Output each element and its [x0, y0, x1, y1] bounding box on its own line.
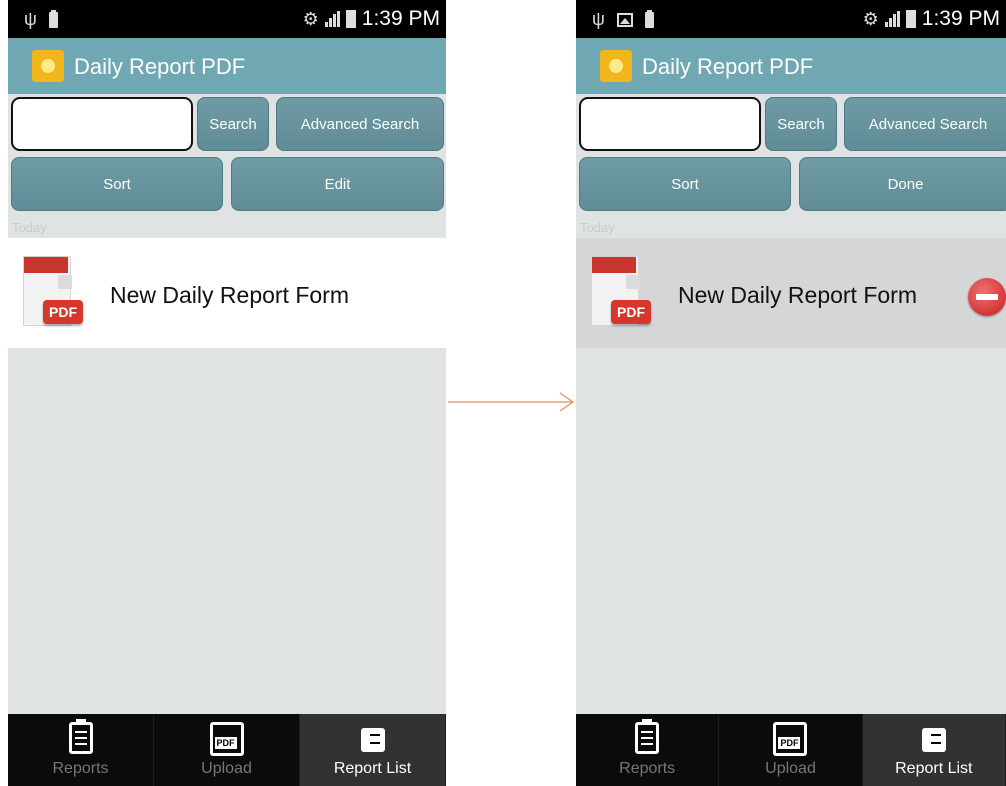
- report-title: New Daily Report Form: [678, 282, 917, 308]
- battery-icon: [345, 10, 356, 28]
- pdf-document-icon: [773, 722, 808, 756]
- app-logo-icon: [600, 50, 632, 82]
- search-input[interactable]: [11, 97, 193, 151]
- wifi-icon: ⚙: [862, 8, 879, 29]
- app-title: Daily Report PDF: [642, 54, 814, 79]
- action-bar: Daily Report PDF: [8, 38, 446, 94]
- done-button[interactable]: Done: [799, 157, 1006, 211]
- clipboard-icon: [635, 719, 660, 754]
- sort-button[interactable]: Sort: [579, 157, 791, 211]
- search-row: Search Advanced Search: [576, 97, 1006, 153]
- pdf-document-icon: [209, 722, 244, 756]
- battery-full-icon: [48, 9, 58, 28]
- app-title: Daily Report PDF: [74, 54, 246, 79]
- list-item[interactable]: PDF New Daily Report Form: [576, 238, 1006, 348]
- search-button[interactable]: Search: [765, 97, 837, 151]
- tab-label: Upload: [201, 760, 252, 777]
- pdf-file-icon: PDF: [591, 256, 651, 328]
- search-row: Search Advanced Search: [8, 97, 446, 153]
- phone-screen-left: ψ ⚙ 1:39 PM Daily Report PDF Search Adva…: [8, 0, 446, 786]
- signal-icon: [324, 11, 340, 27]
- tab-bar: Reports Upload Report List: [576, 714, 1006, 786]
- usb-icon: ψ: [592, 9, 605, 29]
- action-bar: Daily Report PDF: [576, 38, 1006, 94]
- app-logo-icon: [32, 50, 64, 82]
- clipboard-icon: [68, 719, 93, 754]
- status-time: 1:39 PM: [361, 7, 440, 30]
- pdf-badge: PDF: [611, 300, 651, 324]
- status-bar: ψ ⚙ 1:39 PM: [576, 0, 1006, 38]
- signal-icon: [884, 11, 900, 27]
- search-input[interactable]: [579, 97, 761, 151]
- delete-icon[interactable]: [968, 278, 1006, 316]
- report-title: New Daily Report Form: [110, 282, 349, 308]
- edit-button[interactable]: Edit: [231, 157, 444, 211]
- usb-icon: ψ: [24, 9, 37, 29]
- tab-label: Report List: [333, 760, 412, 777]
- checklist-icon: [921, 728, 946, 752]
- tab-report-list[interactable]: Report List: [862, 714, 1006, 786]
- tab-upload[interactable]: Upload: [154, 714, 300, 786]
- advanced-search-button[interactable]: Advanced Search: [844, 97, 1006, 151]
- tab-report-list[interactable]: Report List: [300, 714, 446, 786]
- tab-reports[interactable]: Reports: [8, 714, 154, 786]
- pdf-file-icon: PDF: [23, 256, 83, 328]
- section-header-today: Today: [12, 220, 47, 235]
- tab-label: Reports: [619, 760, 676, 777]
- wifi-icon: ⚙: [302, 8, 319, 29]
- sort-button[interactable]: Sort: [11, 157, 223, 211]
- search-button[interactable]: Search: [197, 97, 269, 151]
- checklist-icon: [360, 728, 385, 752]
- list-item[interactable]: PDF New Daily Report Form: [8, 238, 446, 348]
- tab-label: Reports: [52, 760, 109, 777]
- transition-arrow-icon: [448, 392, 575, 412]
- image-icon: [616, 12, 633, 27]
- advanced-search-button[interactable]: Advanced Search: [276, 97, 444, 151]
- status-time: 1:39 PM: [921, 7, 1000, 30]
- status-bar: ψ ⚙ 1:39 PM: [8, 0, 446, 38]
- tab-label: Upload: [765, 760, 816, 777]
- tab-reports[interactable]: Reports: [576, 714, 720, 786]
- section-header-today: Today: [580, 220, 615, 235]
- battery-full-icon: [644, 9, 654, 28]
- phone-screen-right: ψ ⚙ 1:39 PM Daily Report PDF Search Adva…: [576, 0, 1006, 786]
- tab-upload[interactable]: Upload: [719, 714, 863, 786]
- battery-icon: [905, 10, 916, 28]
- tab-bar: Reports Upload Report List: [8, 714, 446, 786]
- pdf-badge: PDF: [43, 300, 83, 324]
- tab-label: Report List: [895, 760, 973, 777]
